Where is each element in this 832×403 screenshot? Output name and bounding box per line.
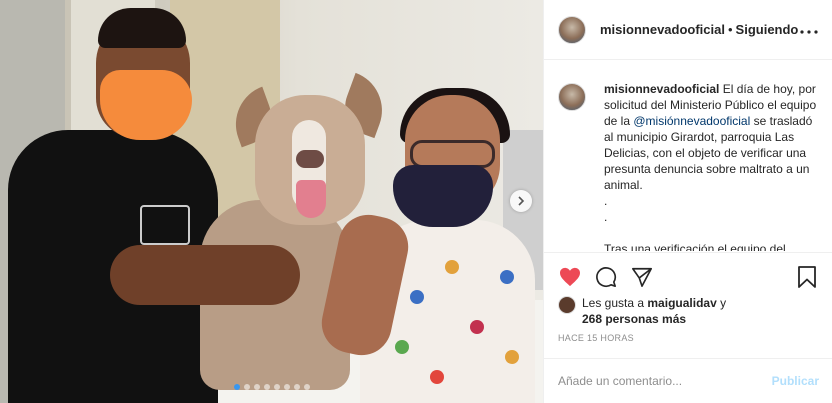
post-photo[interactable] (0, 0, 543, 403)
bookmark-icon[interactable] (795, 265, 819, 289)
man-arm (110, 245, 300, 305)
caption-mention[interactable]: @misiónnevadooficial (633, 114, 750, 128)
carousel-dot (263, 384, 270, 390)
liker-username[interactable]: maigualidav (647, 296, 716, 310)
post-timestamp[interactable]: HACE 15 HORAS (558, 333, 634, 343)
carousel-dot (283, 384, 290, 390)
comment-bar: Publicar (544, 358, 832, 403)
carousel-dot (293, 384, 300, 390)
carousel-dot (303, 384, 310, 390)
caption-username[interactable]: misionnevadooficial (604, 82, 719, 96)
avatar[interactable] (558, 15, 586, 44)
carousel-dot (233, 384, 240, 390)
heart-filled-icon[interactable] (558, 265, 582, 289)
carousel-indicator (0, 384, 543, 390)
comment-input[interactable] (558, 374, 758, 388)
caption-body-2: se trasladó al municipio Girardot, parro… (604, 114, 813, 251)
send-icon[interactable] (630, 265, 654, 289)
liker-avatar[interactable] (558, 296, 576, 314)
carousel-dot (243, 384, 250, 390)
patterned-face-mask (393, 165, 493, 227)
caption-avatar[interactable] (558, 83, 586, 111)
likes-summary: Les gusta a maigualidav y 268 personas m… (558, 295, 828, 327)
dog-tongue (296, 180, 326, 218)
header-username[interactable]: misionnevadooficial (600, 22, 725, 37)
orange-face-mask (100, 70, 192, 140)
carousel-dot (273, 384, 280, 390)
caption: misionnevadooficial El día de hoy, por s… (544, 61, 832, 251)
chevron-right-icon[interactable] (510, 190, 532, 212)
comment-icon[interactable] (594, 265, 618, 289)
more-horizontal-icon[interactable] (800, 21, 818, 39)
following-button[interactable]: Siguiendo (736, 22, 799, 37)
woman-glasses (410, 140, 495, 168)
man-hair (98, 8, 186, 48)
caption-text: misionnevadooficial El día de hoy, por s… (604, 81, 819, 251)
action-bar (544, 252, 832, 300)
carousel-dot (253, 384, 260, 390)
likes-conjunction: y (716, 296, 727, 310)
dog-nose (296, 150, 324, 168)
likes-others-link[interactable]: 268 personas más (582, 312, 686, 326)
post-sidebar: misionnevadooficial • Siguiendo misionne… (543, 0, 832, 403)
separator-dot: • (727, 22, 733, 37)
publish-button[interactable]: Publicar (772, 374, 819, 388)
post-header: misionnevadooficial • Siguiendo (544, 0, 832, 60)
likes-prefix: Les gusta a (582, 296, 648, 310)
shirt-logo (140, 205, 190, 245)
